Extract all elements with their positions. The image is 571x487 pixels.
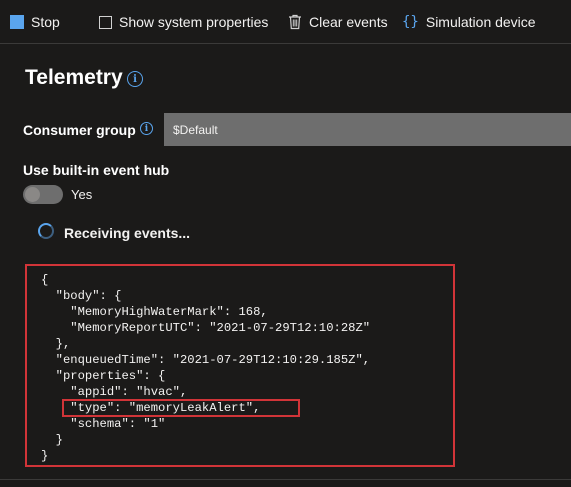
clear-events-button[interactable]: Clear events [288, 0, 388, 44]
toggle-knob [25, 187, 40, 202]
simulation-device-button[interactable]: {} Simulation device [402, 0, 536, 44]
json-line: "appid": "hvac", [41, 385, 188, 399]
json-line: "properties": { [41, 369, 166, 383]
type-property-highlight [62, 399, 300, 417]
json-line: }, [41, 337, 71, 351]
stop-square-icon [10, 15, 24, 29]
spinner-icon [38, 223, 54, 239]
event-hub-toggle[interactable] [23, 185, 63, 204]
simulation-device-label: Simulation device [425, 14, 536, 30]
clear-events-label: Clear events [309, 14, 388, 30]
checkbox-icon [99, 15, 112, 29]
json-line: "enqueuedTime": "2021-07-29T12:10:29.185… [41, 353, 371, 367]
json-line: "MemoryHighWaterMark": 168, [41, 305, 268, 319]
info-icon[interactable]: i [127, 71, 143, 87]
page-title: Telemetry [25, 66, 123, 89]
divider [0, 479, 571, 480]
json-line: } [41, 449, 49, 463]
telemetry-page: Stop Show system properties Clear events… [0, 0, 571, 487]
consumer-group-label: Consumer group [23, 122, 136, 138]
consumer-group-row: Consumer group i [23, 113, 571, 146]
json-line: { [41, 273, 49, 287]
stop-button[interactable]: Stop [8, 0, 60, 44]
braces-icon: {} [402, 14, 419, 30]
trash-icon [289, 14, 301, 30]
event-hub-toggle-state: Yes [71, 187, 93, 202]
toolbar: Stop Show system properties Clear events… [0, 0, 571, 44]
event-json-panel: { "body": { "MemoryHighWaterMark": 168, … [25, 264, 455, 467]
json-line: "body": { [41, 289, 122, 303]
json-line: "MemoryReportUTC": "2021-07-29T12:10:28Z… [41, 321, 371, 335]
show-system-properties-checkbox[interactable]: Show system properties [99, 0, 268, 44]
info-icon[interactable]: i [140, 122, 153, 135]
event-hub-label: Use built-in event hub [23, 162, 170, 178]
show-system-properties-label: Show system properties [119, 14, 269, 30]
json-line: "schema": "1" [41, 417, 166, 431]
stop-label: Stop [31, 14, 60, 30]
json-line: } [41, 433, 63, 447]
consumer-group-input[interactable] [164, 113, 571, 146]
receiving-status: Receiving events... [64, 225, 191, 241]
